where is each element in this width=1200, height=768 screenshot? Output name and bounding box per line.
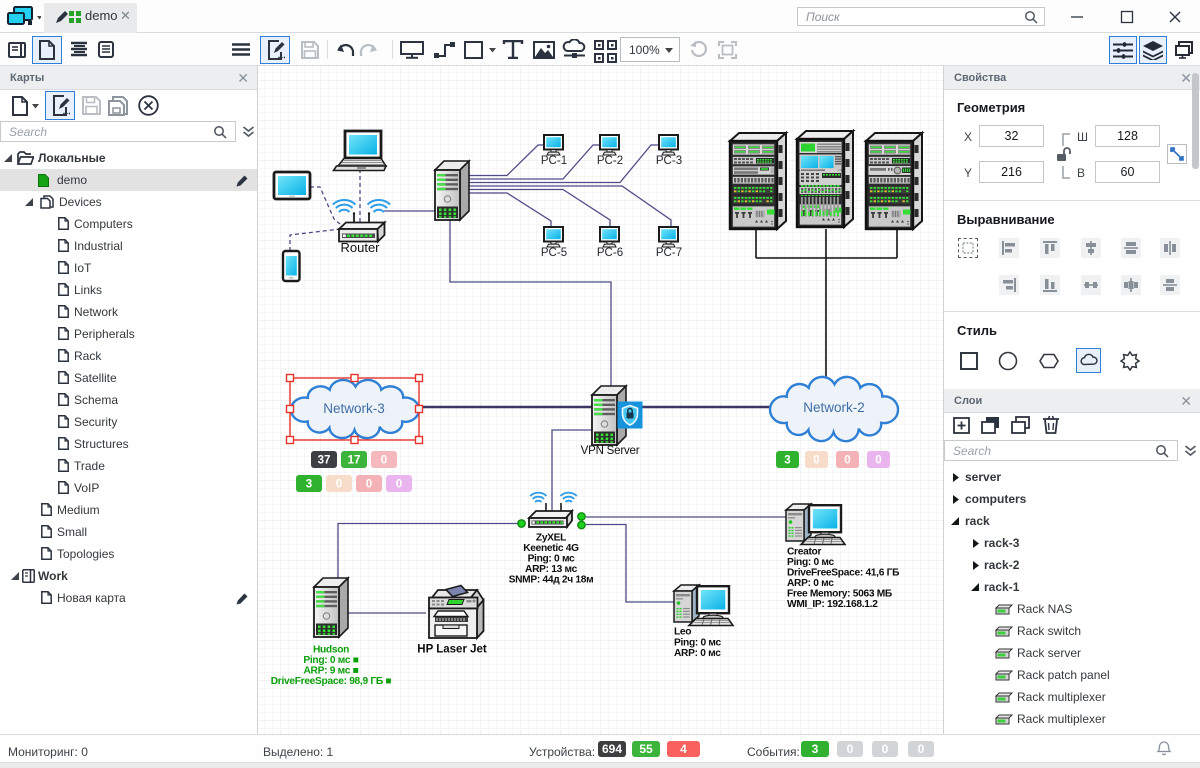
svg-text:DriveFreeSpace: 98,9 ГБ ■: DriveFreeSpace: 98,9 ГБ ■: [271, 676, 392, 687]
svg-text:PC-2: PC-2: [597, 155, 623, 167]
svg-text:ZyXEL: ZyXEL: [536, 533, 566, 544]
svg-text:Hudson: Hudson: [313, 645, 349, 656]
svg-text:0: 0: [813, 455, 819, 467]
svg-text:SNMP: 44д 2ч 18м: SNMP: 44д 2ч 18м: [509, 575, 594, 586]
svg-text:DriveFreeSpace: 41,6 ГБ: DriveFreeSpace: 41,6 ГБ: [787, 568, 899, 579]
svg-text:0: 0: [366, 479, 372, 491]
svg-text:ARP: 0 мс: ARP: 0 мс: [787, 578, 834, 589]
svg-text:3: 3: [784, 455, 790, 467]
svg-text:37: 37: [318, 455, 331, 467]
svg-text:0: 0: [875, 455, 881, 467]
svg-text:ARP: 9 мс ■: ARP: 9 мс ■: [304, 666, 359, 677]
svg-text:Keenetic 4G: Keenetic 4G: [523, 543, 579, 554]
svg-text:Ping: 0 мс: Ping: 0 мс: [528, 554, 575, 565]
svg-text:Leo: Leo: [674, 627, 691, 638]
svg-text:PC-5: PC-5: [541, 247, 567, 259]
svg-text:Free Memory: 5063 МБ: Free Memory: 5063 МБ: [787, 589, 892, 600]
svg-text:PC-7: PC-7: [656, 247, 682, 259]
svg-text:17: 17: [348, 455, 361, 467]
svg-text:VPN Server: VPN Server: [581, 445, 640, 457]
svg-text:HP Laser Jet: HP Laser Jet: [417, 644, 487, 656]
svg-text:0: 0: [396, 479, 402, 491]
svg-text:ARP: 0 мс: ARP: 0 мс: [674, 648, 721, 659]
svg-text:Ping: 0 мс: Ping: 0 мс: [787, 557, 834, 568]
svg-text:PC-6: PC-6: [597, 247, 623, 259]
svg-text:Network-2: Network-2: [803, 400, 865, 415]
svg-text:0: 0: [336, 479, 342, 491]
svg-text:PC-1: PC-1: [541, 155, 567, 167]
svg-text:3: 3: [306, 479, 312, 491]
svg-text:PC-3: PC-3: [656, 155, 682, 167]
svg-text:WMI_IP: 192.168.1.2: WMI_IP: 192.168.1.2: [787, 599, 878, 610]
svg-text:0: 0: [844, 455, 850, 467]
svg-text:Creator: Creator: [787, 547, 821, 558]
svg-text:ARP: 13 мс: ARP: 13 мс: [525, 564, 578, 575]
svg-text:Ping: 0 мс ■: Ping: 0 мс ■: [303, 655, 358, 666]
svg-text:0: 0: [381, 455, 387, 467]
svg-text:Ping: 0 мс: Ping: 0 мс: [674, 638, 721, 649]
svg-text:Router: Router: [340, 240, 380, 255]
svg-text:Network-3: Network-3: [323, 401, 385, 416]
